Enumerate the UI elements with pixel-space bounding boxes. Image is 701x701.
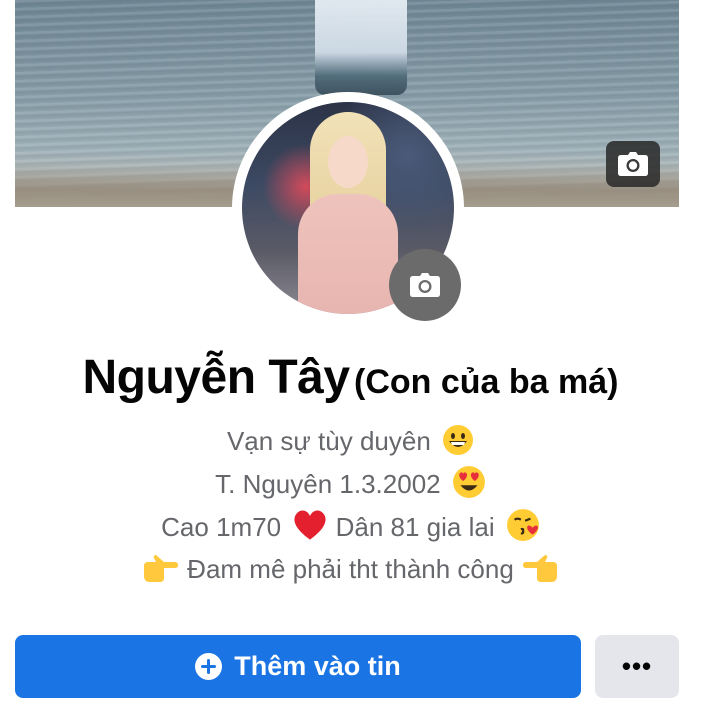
red-heart-icon [292, 508, 328, 551]
bio-text: T. Nguyên 1.3.2002 [215, 469, 441, 499]
bio-text: Đam mê phải tht thành công [187, 554, 514, 584]
avatar-face [328, 136, 368, 188]
face-blowing-kiss-icon [506, 508, 540, 551]
pointing-left-icon [523, 554, 559, 593]
add-to-story-label: Thêm vào tin [234, 651, 401, 681]
more-options-button[interactable]: ••• [595, 635, 679, 698]
bio-text: Cao 1m70 [161, 512, 282, 542]
add-to-story-button[interactable]: Thêm vào tin [15, 635, 581, 698]
bio-line: Vạn sự tùy duyên [0, 423, 701, 465]
plus-circle-icon [195, 653, 223, 680]
grinning-face-icon [442, 424, 474, 465]
bio-line: T. Nguyên 1.3.2002 [0, 465, 701, 508]
bio-text: Dân 81 gia lai [335, 512, 495, 542]
more-options-icon: ••• [621, 651, 653, 681]
cover-person [315, 0, 407, 95]
edit-avatar-button[interactable] [389, 249, 461, 321]
bio-text: Vạn sự tùy duyên [226, 426, 431, 456]
profile-bio: Vạn sự tùy duyên T. Nguyên 1.3.2002 Cao … [0, 423, 701, 593]
pointing-right-icon [142, 554, 178, 593]
bio-line: Cao 1m70 Dân 81 gia lai [0, 508, 701, 551]
profile-name-row: Nguyễn Tây (Con của ba má) [0, 350, 701, 405]
heart-eyes-face-icon [452, 465, 486, 508]
avatar-jacket [298, 194, 398, 314]
camera-icon [618, 152, 648, 176]
camera-icon [410, 273, 440, 297]
profile-nickname: (Con của ba má) [354, 363, 619, 401]
profile-name: Nguyễn Tây [82, 351, 351, 404]
edit-cover-button[interactable] [606, 141, 660, 187]
bio-line: Đam mê phải tht thành công [0, 551, 701, 593]
